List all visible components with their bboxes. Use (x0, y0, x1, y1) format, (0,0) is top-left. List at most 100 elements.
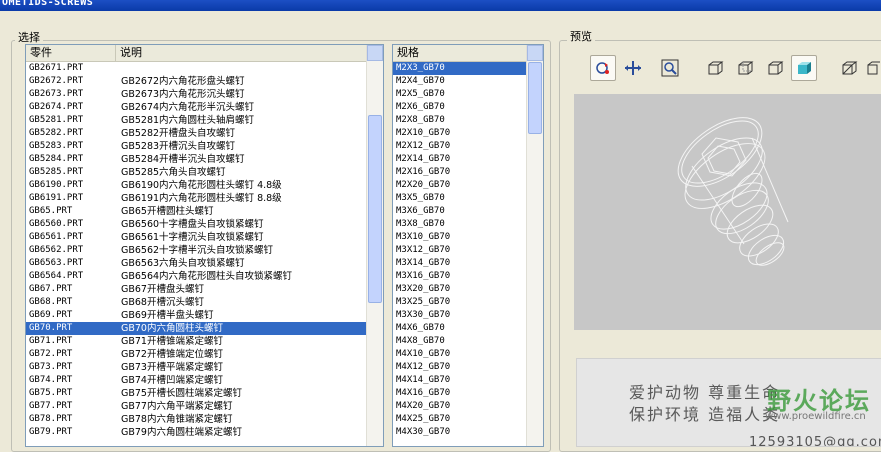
spec-list-item[interactable]: M3X5_GB70 (393, 192, 527, 205)
table-row[interactable]: GB2672.PRT GB2672内六角花形盘头螺钉 (26, 75, 367, 88)
no-hidden-button[interactable] (762, 55, 788, 81)
table-row[interactable]: GB6563.PRT GB6563六角头自攻锁紧螺钉 (26, 257, 367, 270)
part-name-cell: GB68.PRT (29, 297, 73, 307)
spec-list-item[interactable]: M3X6_GB70 (393, 205, 527, 218)
spec-list-item[interactable]: M3X14_GB70 (393, 257, 527, 270)
column-header-description[interactable]: 说明 (116, 45, 367, 61)
view-options-button[interactable] (864, 55, 881, 81)
table-row[interactable]: GB69.PRT GB69开槽半盘头螺钉 (26, 309, 367, 322)
table-row[interactable]: GB6564.PRT GB6564内六角花形圆柱头自攻锁紧螺钉 (26, 270, 367, 283)
spec-list-item[interactable]: M3X10_GB70 (393, 231, 527, 244)
table-row[interactable]: GB77.PRT GB77内六角平端紧定螺钉 (26, 400, 367, 413)
part-description-cell: GB75开槽长圆柱端紧定螺钉 (121, 388, 242, 399)
table-row[interactable]: GB2673.PRT GB2673内六角花形沉头螺钉 (26, 88, 367, 101)
table-row[interactable]: GB71.PRT GB71开槽锥端紧定螺钉 (26, 335, 367, 348)
spec-list-item[interactable]: M2X12_GB70 (393, 140, 527, 153)
parts-scrollbar[interactable] (366, 45, 383, 446)
spec-list-item[interactable]: M4X25_GB70 (393, 413, 527, 426)
part-name-cell: GB5281.PRT (29, 115, 84, 125)
spec-list-item[interactable]: M2X16_GB70 (393, 166, 527, 179)
table-row[interactable]: GB6561.PRT GB6561十字槽沉头自攻锁紧螺钉 (26, 231, 367, 244)
table-row[interactable]: GB78.PRT GB78内六角锥端紧定螺钉 (26, 413, 367, 426)
table-row[interactable]: GB67.PRT GB67开槽盘头螺钉 (26, 283, 367, 296)
table-row[interactable]: GB5285.PRT GB5285六角头自攻螺钉 (26, 166, 367, 179)
table-row[interactable]: GB74.PRT GB74开槽凹端紧定螺钉 (26, 374, 367, 387)
part-name-cell: GB6190.PRT (29, 180, 84, 190)
info-panel: 爱护动物 尊重生命 保护环境 造福人类 野火论坛 www.proewildfir… (576, 358, 881, 447)
column-header-spec[interactable]: 规格 (393, 45, 527, 61)
spec-list-item[interactable]: M2X4_GB70 (393, 75, 527, 88)
scroll-thumb[interactable] (528, 62, 542, 134)
spec-listbox[interactable]: 规格 M2X3_GB70 M2X4_GB70 M2X5_GB70 M2X6_GB70 M… (392, 44, 544, 447)
part-description-cell: GB6564内六角花形圆柱头自攻锁紧螺钉 (121, 271, 293, 282)
scroll-up-button[interactable] (527, 45, 543, 61)
spec-list-item[interactable]: M3X25_GB70 (393, 296, 527, 309)
part-name-cell: GB79.PRT (29, 427, 73, 437)
table-row[interactable]: GB5282.PRT GB5282开槽盘头自攻螺钉 (26, 127, 367, 140)
spec-list-item[interactable]: M2X10_GB70 (393, 127, 527, 140)
spec-list-item[interactable]: M2X20_GB70 (393, 179, 527, 192)
wireframe-button[interactable] (702, 55, 728, 81)
spec-list-item[interactable]: M2X6_GB70 (393, 101, 527, 114)
spec-list-item[interactable]: M4X8_GB70 (393, 335, 527, 348)
spec-list-item[interactable]: M3X8_GB70 (393, 218, 527, 231)
spin-icon (596, 62, 609, 74)
part-description-cell: GB73开槽平端紧定螺钉 (121, 362, 223, 373)
spec-list-item[interactable]: M4X12_GB70 (393, 361, 527, 374)
table-row[interactable]: GB68.PRT GB68开槽沉头螺钉 (26, 296, 367, 309)
part-description-cell: GB71开槽锥端紧定螺钉 (121, 336, 223, 347)
spec-list-item[interactable]: M4X10_GB70 (393, 348, 527, 361)
shaded-button[interactable] (791, 55, 817, 81)
column-header-part[interactable]: 零件 (26, 45, 116, 61)
default-orientation-button[interactable] (836, 55, 862, 81)
scroll-up-button[interactable] (367, 45, 383, 61)
spec-list-item[interactable]: M4X6_GB70 (393, 322, 527, 335)
spec-list-item[interactable]: M3X30_GB70 (393, 309, 527, 322)
part-description-cell: GB77内六角平端紧定螺钉 (121, 401, 233, 412)
hidden-line-button[interactable] (732, 55, 758, 81)
part-name-cell: GB2674.PRT (29, 102, 84, 112)
part-description-cell: GB5284开槽半沉头自攻螺钉 (121, 154, 245, 165)
spec-list-item[interactable]: M3X12_GB70 (393, 244, 527, 257)
table-row[interactable]: GB5283.PRT GB5283开槽沉头自攻螺钉 (26, 140, 367, 153)
table-row[interactable]: GB2674.PRT GB2674内六角花形半沉头螺钉 (26, 101, 367, 114)
spec-list-item[interactable]: M4X14_GB70 (393, 374, 527, 387)
spec-list-item[interactable]: M3X20_GB70 (393, 283, 527, 296)
scroll-thumb[interactable] (368, 115, 382, 303)
spec-list-item[interactable]: M4X20_GB70 (393, 400, 527, 413)
spec-list-item[interactable]: M4X16_GB70 (393, 387, 527, 400)
spec-list-item[interactable]: M3X16_GB70 (393, 270, 527, 283)
part-name-cell: GB5282.PRT (29, 128, 84, 138)
spec-list-item[interactable]: M2X14_GB70 (393, 153, 527, 166)
table-row[interactable]: GB79.PRT GB79内六角圆柱端紧定螺钉 (26, 426, 367, 439)
table-row[interactable]: GB72.PRT GB72开槽锥端定位螺钉 (26, 348, 367, 361)
parts-listbox[interactable]: 零件 说明 GB2671.PRT GB2672.PRT GB2672内六角花形盘头螺… (25, 44, 384, 447)
spec-list-item[interactable]: M2X8_GB70 (393, 114, 527, 127)
table-row[interactable]: GB65.PRT GB65开槽圆柱头螺钉 (26, 205, 367, 218)
part-description-cell: GB6190内六角花形圆柱头螺钉 4.8级 (121, 180, 282, 191)
slogan-line-1: 爱护动物 尊重生命 (629, 383, 781, 402)
table-row[interactable]: GB6190.PRT GB6190内六角花形圆柱头螺钉 4.8级 (26, 179, 367, 192)
part-name-cell: GB73.PRT (29, 362, 73, 372)
table-row[interactable]: GB6191.PRT GB6191内六角花形圆柱头螺钉 8.8级 (26, 192, 367, 205)
table-row[interactable]: GB2671.PRT (26, 62, 367, 75)
pan-icon (625, 61, 641, 75)
table-row[interactable]: GB5284.PRT GB5284开槽半沉头自攻螺钉 (26, 153, 367, 166)
part-name-cell: GB74.PRT (29, 375, 73, 385)
spec-list-item[interactable]: M2X3_GB70 (393, 62, 527, 75)
part-name-cell: GB77.PRT (29, 401, 73, 411)
spin-view-button[interactable] (590, 55, 616, 81)
table-row[interactable]: GB5281.PRT GB5281内六角圆柱头轴肩螺钉 (26, 114, 367, 127)
spec-scrollbar[interactable] (526, 45, 543, 446)
table-row[interactable]: GB73.PRT GB73开槽平端紧定螺钉 (26, 361, 367, 374)
pan-view-button[interactable] (620, 55, 646, 81)
zoom-window-button[interactable] (657, 55, 683, 81)
table-row[interactable]: GB6562.PRT GB6562十字槽半沉头自攻锁紧螺钉 (26, 244, 367, 257)
table-row[interactable]: GB6560.PRT GB6560十字槽盘头自攻锁紧螺钉 (26, 218, 367, 231)
spec-list-item[interactable]: M2X5_GB70 (393, 88, 527, 101)
spec-list-item[interactable]: M4X30_GB70 (393, 426, 527, 439)
table-row[interactable]: GB75.PRT GB75开槽长圆柱端紧定螺钉 (26, 387, 367, 400)
model-preview[interactable] (574, 94, 881, 330)
part-name-cell: GB6560.PRT (29, 219, 84, 229)
table-row[interactable]: GB70.PRT GB70内六角圆柱头螺钉 (26, 322, 367, 335)
